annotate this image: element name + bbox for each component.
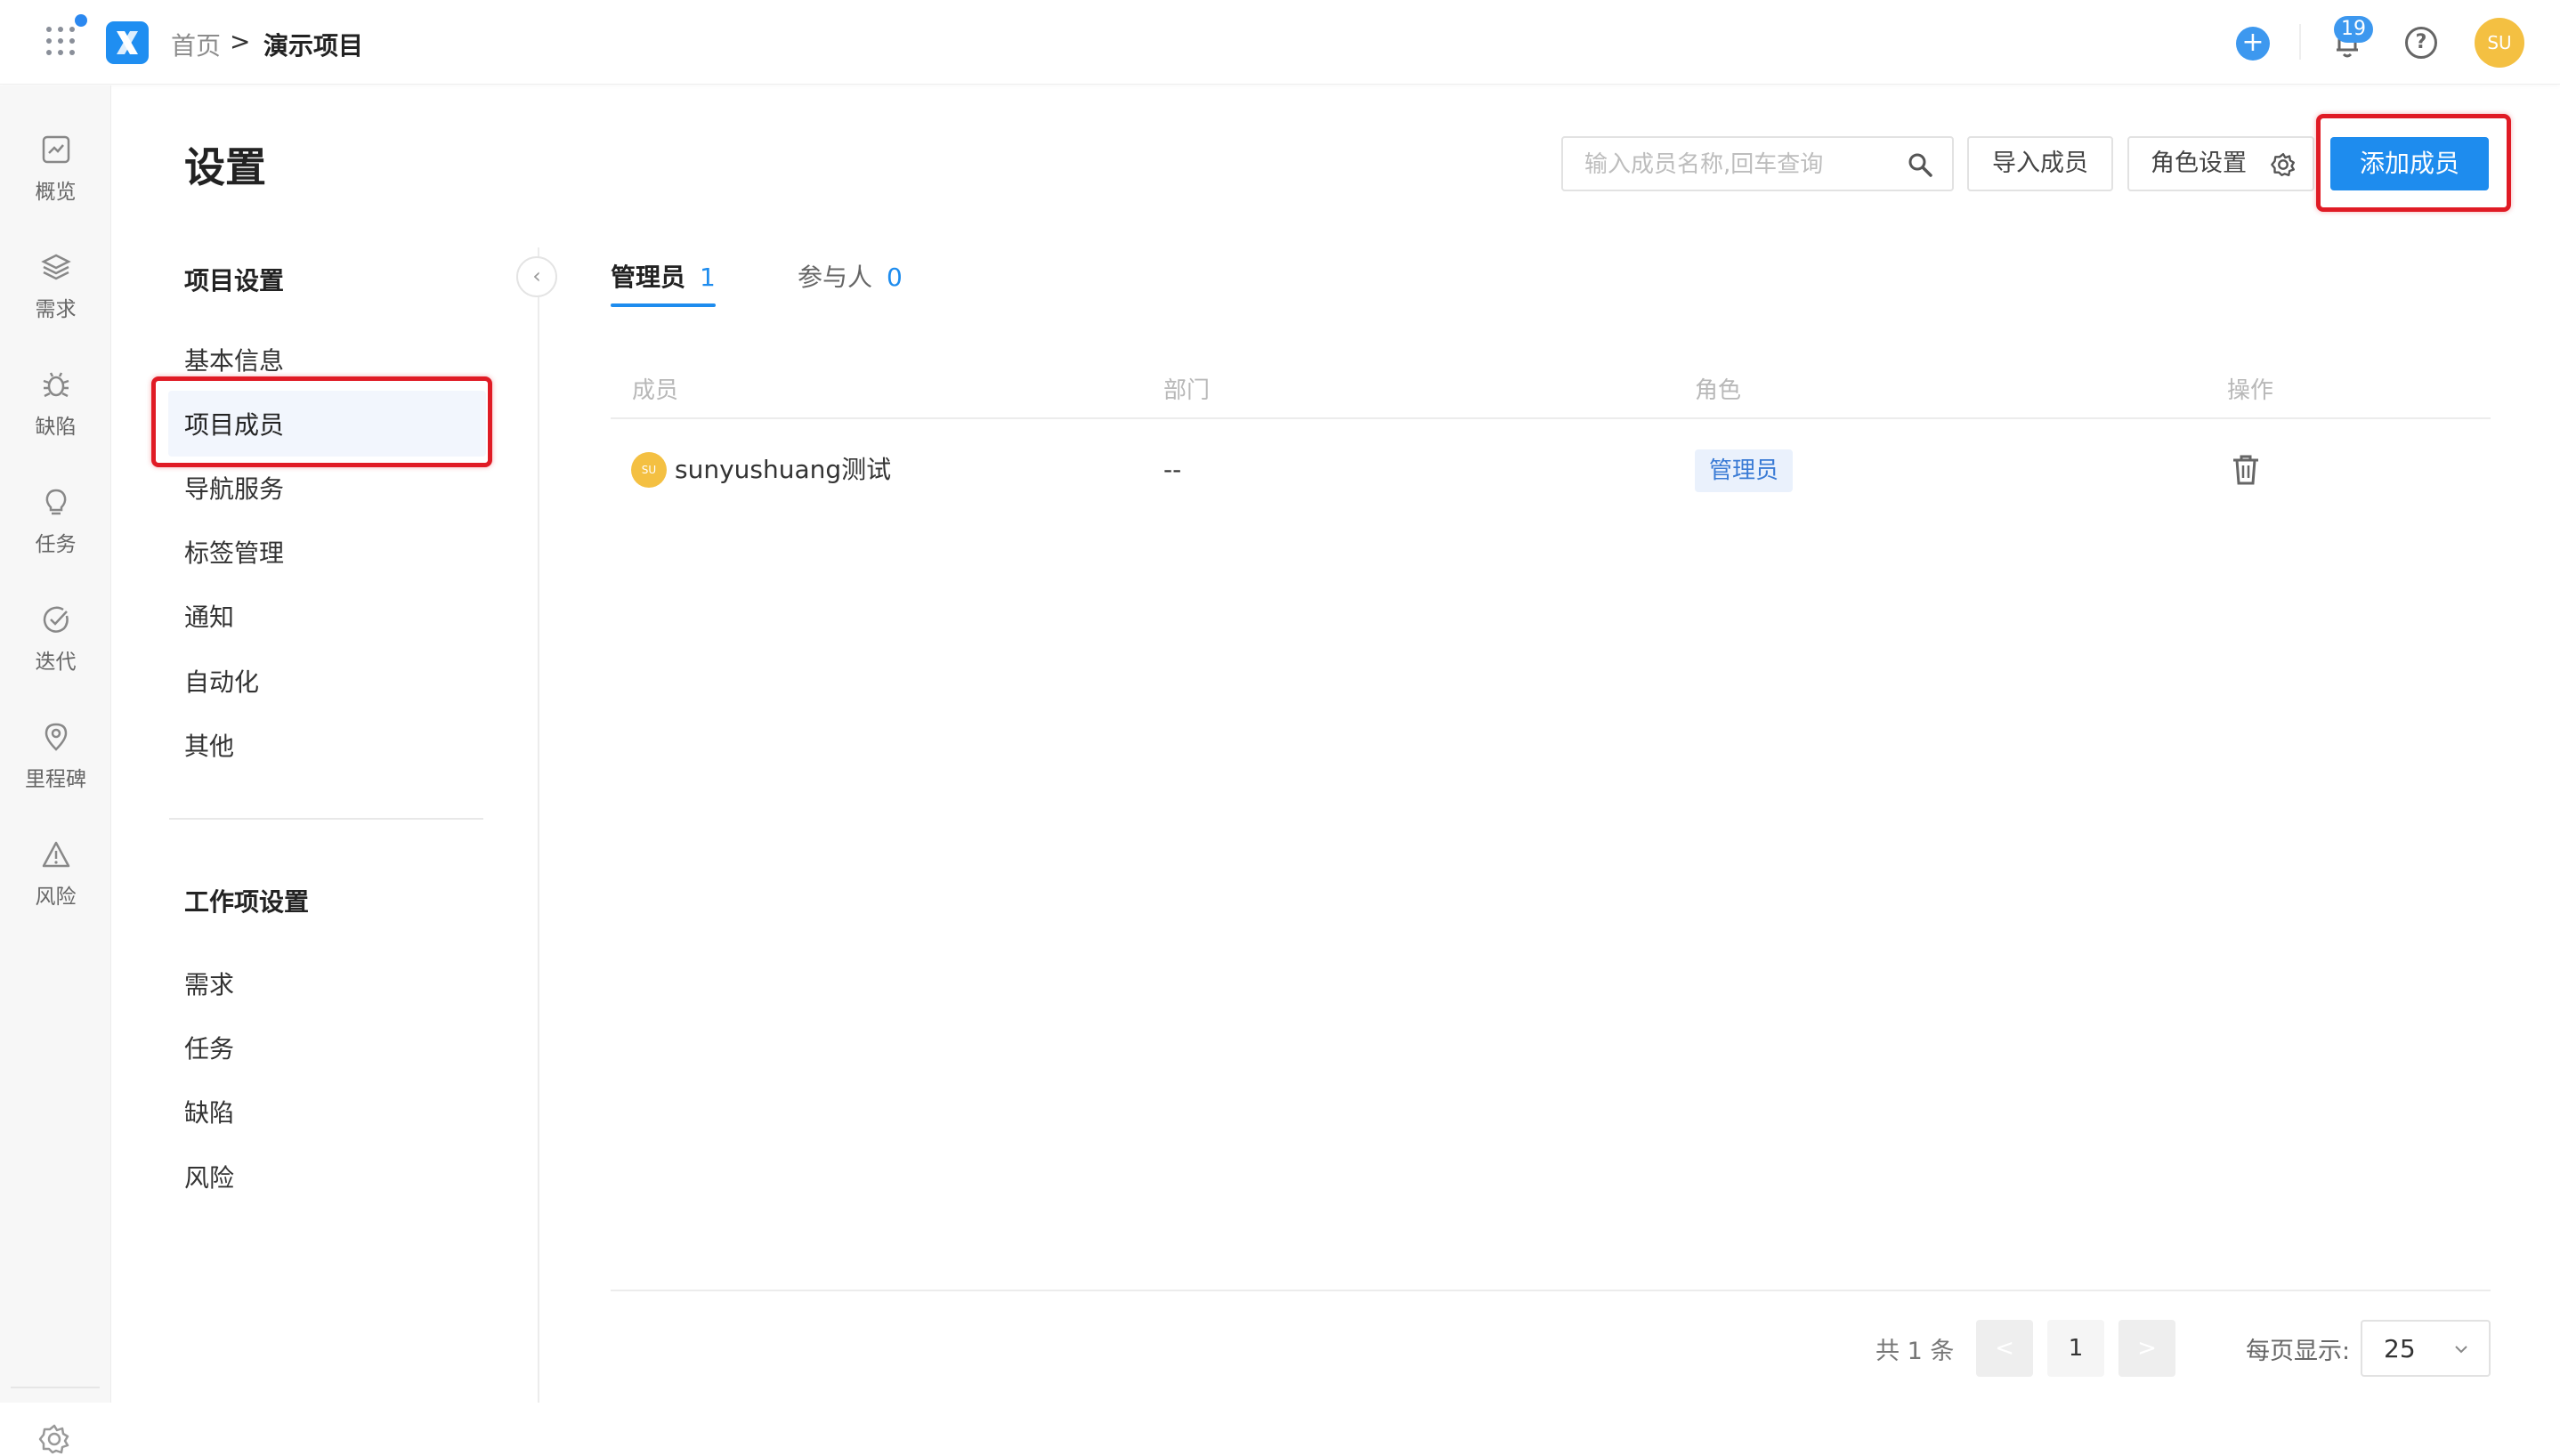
page-size-value: 25 bbox=[2384, 1334, 2416, 1363]
nav-label: 任务 bbox=[35, 533, 77, 556]
settings-item-defect[interactable]: 缺陷 bbox=[184, 1094, 234, 1129]
left-nav: 概览 需求 缺陷 任务 迭代 里程碑 风险 bbox=[0, 85, 111, 1454]
nav-item-iterations[interactable]: 迭代 bbox=[0, 603, 111, 675]
avatar: SU bbox=[631, 452, 667, 488]
settings-item-req[interactable]: 需求 bbox=[184, 966, 234, 1001]
settings-item-automation[interactable]: 自动化 bbox=[184, 663, 259, 699]
nav-item-milestones[interactable]: 里程碑 bbox=[0, 721, 111, 792]
nav-label: 缺陷 bbox=[35, 416, 77, 439]
nav-label: 需求 bbox=[35, 298, 77, 321]
chart-icon bbox=[42, 135, 69, 164]
total-count: 共 1 条 bbox=[1875, 1338, 1955, 1365]
nav-item-tasks[interactable]: 任务 bbox=[0, 486, 111, 557]
role-tag[interactable]: 管理员 bbox=[1695, 449, 1794, 492]
app-grid-icon[interactable] bbox=[46, 27, 77, 57]
tab-count: 0 bbox=[887, 263, 903, 292]
tab-label: 管理员 bbox=[611, 263, 686, 292]
settings-nav-divider bbox=[169, 818, 483, 820]
highlight-members-item bbox=[151, 376, 492, 467]
trash-icon[interactable] bbox=[2230, 452, 2262, 488]
settings-item-other[interactable]: 其他 bbox=[184, 727, 234, 763]
lightbulb-icon bbox=[45, 489, 66, 515]
notification-badge: 19 bbox=[2334, 16, 2373, 43]
search-icon[interactable] bbox=[1906, 150, 1934, 179]
nav-divider bbox=[11, 1387, 100, 1388]
import-members-button[interactable]: 导入成员 bbox=[1967, 136, 2113, 191]
page-size-select[interactable]: 25 bbox=[2361, 1320, 2491, 1377]
gear-icon[interactable] bbox=[37, 1422, 71, 1456]
column-header-actions: 操作 bbox=[2227, 377, 2274, 404]
breadcrumb-current[interactable]: 演示项目 bbox=[263, 27, 363, 62]
plus-icon[interactable]: + bbox=[2236, 27, 2270, 61]
settings-item-basic-info[interactable]: 基本信息 bbox=[184, 342, 284, 377]
column-header-role: 角色 bbox=[1695, 377, 1742, 404]
help-icon[interactable]: ? bbox=[2405, 27, 2437, 59]
nav-item-risks[interactable]: 风险 bbox=[0, 838, 111, 910]
settings-group-project: 项目设置 bbox=[184, 266, 285, 295]
breadcrumb-separator-icon: > bbox=[230, 27, 251, 56]
page-size-label: 每页显示: bbox=[2246, 1338, 2351, 1365]
settings-item-task[interactable]: 任务 bbox=[184, 1030, 234, 1065]
bug-icon bbox=[43, 372, 69, 398]
product-logo-icon[interactable] bbox=[106, 21, 149, 64]
role-settings-label: 角色设置 bbox=[2151, 150, 2247, 177]
member-name: sunyushuang测试 bbox=[675, 455, 892, 484]
role-settings-button[interactable]: 角色设置 bbox=[2127, 136, 2314, 191]
warning-icon bbox=[42, 841, 69, 868]
collapse-chevron-left-icon[interactable]: ‹ bbox=[516, 256, 557, 297]
settings-group-workitem: 工作项设置 bbox=[184, 887, 310, 917]
nav-label: 里程碑 bbox=[25, 768, 86, 791]
pagination-prev-button[interactable]: < bbox=[1976, 1320, 2033, 1377]
page-title: 设置 bbox=[184, 143, 266, 191]
tab-participants[interactable]: 参与人 0 bbox=[798, 258, 903, 294]
table-footer-divider bbox=[611, 1290, 2491, 1291]
member-department: -- bbox=[1163, 455, 1182, 484]
search-input[interactable] bbox=[1584, 147, 1896, 182]
pagination-next-button[interactable]: > bbox=[2118, 1320, 2175, 1377]
top-bar: 首页 > 演示项目 + 19 ? SU bbox=[0, 0, 2560, 85]
user-avatar[interactable]: SU bbox=[2475, 18, 2524, 68]
nav-label: 迭代 bbox=[35, 651, 77, 674]
settings-item-risk[interactable]: 风险 bbox=[184, 1159, 234, 1194]
column-header-department: 部门 bbox=[1163, 377, 1211, 404]
app-grid-notification-dot bbox=[75, 14, 87, 27]
breadcrumb-home[interactable]: 首页 bbox=[171, 27, 221, 62]
settings-item-navigation[interactable]: 导航服务 bbox=[184, 470, 284, 506]
layers-icon bbox=[40, 254, 71, 280]
member-search[interactable] bbox=[1561, 136, 1954, 191]
column-header-member: 成员 bbox=[632, 377, 679, 404]
nav-item-overview[interactable]: 概览 bbox=[0, 133, 111, 205]
settings-item-tags[interactable]: 标签管理 bbox=[184, 534, 284, 570]
tab-admins[interactable]: 管理员 1 bbox=[611, 258, 716, 294]
nav-label: 风险 bbox=[35, 886, 77, 909]
highlight-add-member bbox=[2316, 114, 2511, 212]
toolbar-divider bbox=[2299, 24, 2301, 60]
table-header-divider bbox=[611, 417, 2491, 419]
settings-item-notifications[interactable]: 通知 bbox=[184, 598, 234, 634]
check-circle-icon bbox=[43, 606, 69, 633]
tab-label: 参与人 bbox=[798, 263, 873, 292]
tab-count: 1 bbox=[700, 263, 716, 292]
nav-item-requirements[interactable]: 需求 bbox=[0, 251, 111, 322]
gear-icon bbox=[2271, 152, 2296, 177]
panel-splitter bbox=[538, 247, 539, 1403]
nav-item-defects[interactable]: 缺陷 bbox=[0, 368, 111, 440]
tab-active-indicator bbox=[611, 303, 716, 307]
pagination-page-1[interactable]: 1 bbox=[2047, 1320, 2104, 1377]
chevron-down-icon bbox=[2455, 1346, 2467, 1354]
nav-label: 概览 bbox=[35, 181, 77, 204]
location-pin-icon bbox=[45, 723, 67, 751]
